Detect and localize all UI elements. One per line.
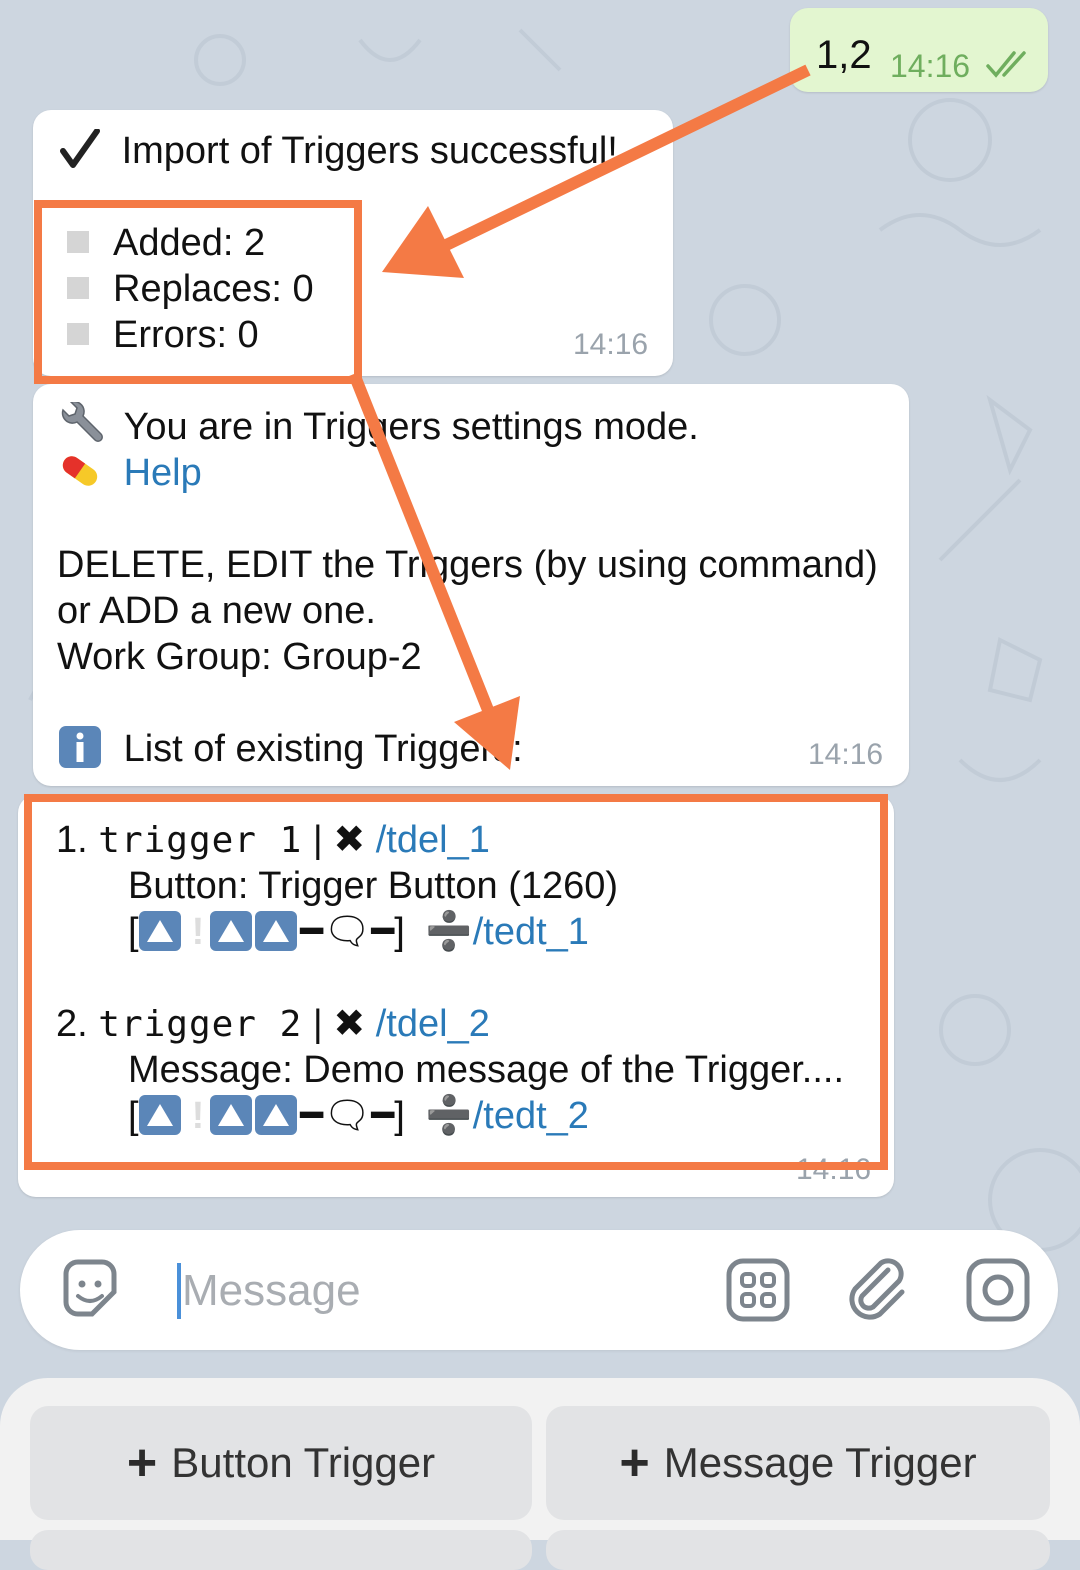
settings-message[interactable]: You are in Triggers settings mode. Help … <box>33 384 909 786</box>
import-title-text: Import of Triggers successful! <box>121 130 618 172</box>
bot-keyboard-icon[interactable] <box>724 1256 792 1324</box>
outgoing-message[interactable]: 1,2 14:16 <box>790 8 1048 92</box>
outgoing-text: 1,2 <box>816 33 872 77</box>
settings-line-add: or ADD a new one. <box>57 590 376 632</box>
plus-icon: + <box>126 1434 158 1492</box>
button-trigger-button[interactable]: + Button Trigger <box>30 1406 532 1520</box>
text-caret <box>177 1263 181 1319</box>
import-title: Import of Triggers successful! <box>59 128 618 174</box>
highlight-box-stats <box>34 200 362 384</box>
message-composer[interactable]: Message <box>20 1230 1058 1350</box>
plus-icon: + <box>619 1434 650 1492</box>
message-input[interactable]: Message <box>182 1266 361 1316</box>
help-link[interactable]: Help <box>124 452 202 494</box>
sticker-icon[interactable] <box>56 1256 124 1324</box>
attach-icon[interactable] <box>844 1256 912 1324</box>
settings-line-mode: You are in Triggers settings mode. <box>57 401 699 452</box>
settings-line-list: List of existing Triggers: <box>57 725 523 774</box>
settings-line-instructions: DELETE, EDIT the Triggers (by using comm… <box>57 544 878 586</box>
settings-line-help: Help <box>57 450 202 498</box>
import-time: 14:16 <box>573 328 649 361</box>
double-check-icon <box>986 51 1026 78</box>
keyboard-row-partial[interactable] <box>30 1530 532 1570</box>
highlight-box-triggers <box>24 794 888 1170</box>
check-mark-icon <box>60 128 100 168</box>
settings-time: 14:16 <box>808 738 884 771</box>
info-icon <box>59 725 101 768</box>
wrench-icon <box>61 401 103 442</box>
message-trigger-button[interactable]: + Message Trigger <box>546 1406 1050 1520</box>
keyboard-row-partial[interactable] <box>546 1530 1050 1570</box>
camera-icon[interactable] <box>964 1256 1032 1324</box>
settings-line-workgroup: Work Group: Group-2 <box>57 636 422 678</box>
pill-icon <box>62 456 98 486</box>
outgoing-time: 14:16 <box>890 48 971 84</box>
